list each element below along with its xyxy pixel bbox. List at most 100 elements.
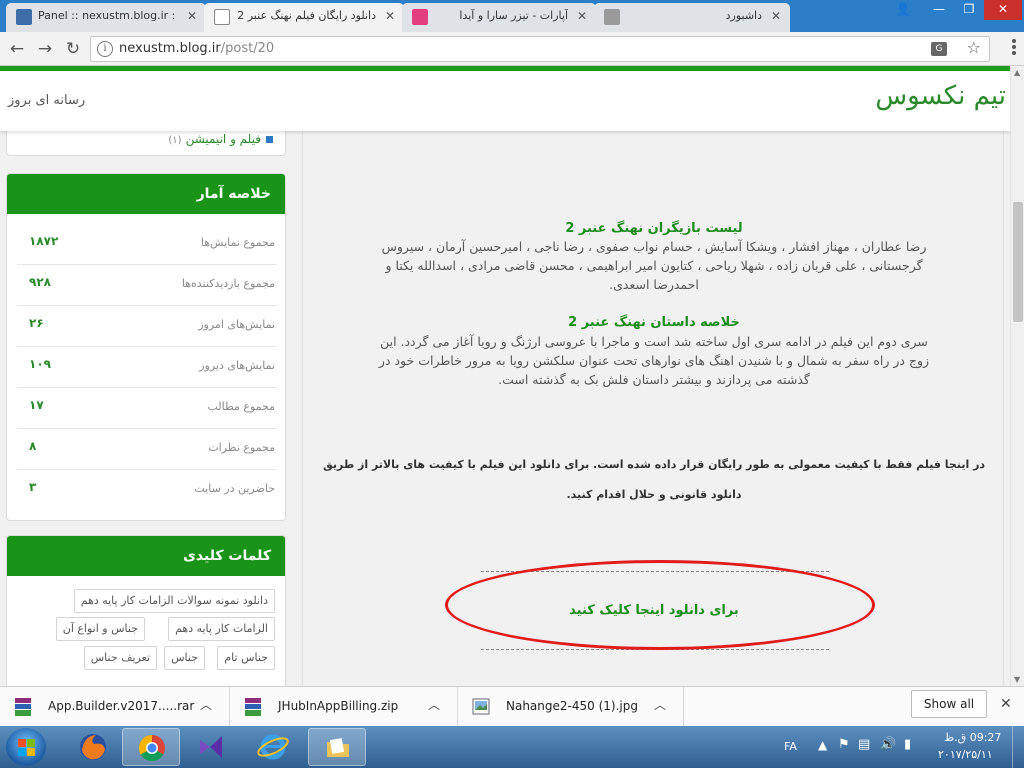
chevron-up-icon[interactable]: ︿ <box>200 696 212 713</box>
close-icon[interactable]: ✕ <box>771 3 781 29</box>
site-header: تیم نکسوس رسانه ای بروز <box>0 71 1010 131</box>
restore-button[interactable]: ❐ <box>954 0 984 20</box>
url-text: nexustm.blog.ir/post/20 <box>119 41 275 56</box>
tab-title: آپارات - تیزر سارا و آیدا <box>459 9 568 22</box>
download-item[interactable]: JHubInAppBilling.zip ︿ <box>230 687 458 727</box>
tab-aparat[interactable]: آپارات - تیزر سارا و آیدا ✕ <box>402 3 596 32</box>
keyword-tag[interactable]: الزامات کار پایه دهم <box>168 617 275 641</box>
clock-date[interactable]: ۲۰۱۷/۲۵/۱۱ <box>938 748 993 761</box>
browser-toolbar: ← → ↻ i nexustm.blog.ir/post/20 G ☆ <box>0 32 1024 66</box>
summary-line: سری دوم این فیلم در ادامه سری اول ساخته … <box>380 334 928 349</box>
browser-menu-icon[interactable] <box>1012 39 1016 59</box>
show-all-button[interactable]: Show all <box>911 690 987 718</box>
highlight-oval <box>445 560 875 650</box>
site-title[interactable]: تیم نکسوس <box>875 81 1006 111</box>
notice-line: در اینجا فیلم فقط با کیفیت معمولی به طور… <box>322 458 986 471</box>
download-filename: App.Builder.v2017.....rar <box>48 699 195 713</box>
keyword-tag[interactable]: جناس تام <box>217 646 275 670</box>
stats-widget: خلاصه آمار مجموع نمایش‌ها ۱۸۷۲ مجموع بازد… <box>6 173 286 521</box>
network-icon[interactable]: ▤ <box>858 737 870 752</box>
visual-studio-taskbar-button[interactable] <box>182 728 240 766</box>
download-filename: Nahange2-450 (1).jpg <box>506 699 638 713</box>
internet-explorer-icon <box>257 734 289 760</box>
cast-line: رضا عطاران ، مهناز افشار ، ویشکا آسایش ،… <box>381 239 927 254</box>
back-button[interactable]: ← <box>6 38 28 60</box>
tab-title: داشبورد <box>725 9 762 22</box>
keyword-tag[interactable]: جناس <box>164 646 205 670</box>
keyword-tag[interactable]: دانلود نمونه سوالات الزامات کار پایه دهم <box>73 589 275 613</box>
chevron-up-icon[interactable]: ︿ <box>654 696 666 713</box>
summary-line: گذشته می پردازند و بیشتر داستان فلش بک ب… <box>498 372 810 387</box>
stat-row: نمایش‌های دیروز ۱۰۹ <box>17 347 277 388</box>
clock-time[interactable]: 09:27 ق.ظ <box>944 731 1001 744</box>
tab-title: Panel :: nexustm.blog.ir : <box>38 9 176 22</box>
file-explorer-taskbar-button[interactable] <box>308 728 366 766</box>
tab-current-post[interactable]: دانلود رایگان فیلم نهنگ عنبر 2 ✕ <box>204 3 404 33</box>
summary-title: خلاصه داستان نهنگ عنبر 2 <box>568 315 740 330</box>
keywords-widget: کلمات کلیدی دانلود نمونه سوالات الزامات … <box>6 535 286 686</box>
tab-dashboard[interactable]: داشبورد ✕ <box>594 3 790 32</box>
forward-button[interactable]: → <box>34 38 56 60</box>
zip-archive-icon <box>245 698 261 716</box>
sidebar: فیلم و انیمیشن(۱) خلاصه آمار مجموع نمایش… <box>6 121 286 686</box>
internet-explorer-taskbar-button[interactable] <box>244 728 302 766</box>
windows-taskbar: FA ▲ ⚑ ▤ 🔊 ▮ 09:27 ق.ظ ۲۰۱۷/۲۵/۱۱ <box>0 726 1024 768</box>
stat-row: مجموع نمایش‌ها ۱۸۷۲ <box>17 224 277 265</box>
chevron-up-icon[interactable]: ︿ <box>428 696 440 713</box>
summary-line: زوج در راه سفر به شمال و با شنیدن اهنگ ه… <box>378 353 930 368</box>
image-file-icon <box>472 698 490 715</box>
address-bar[interactable]: i nexustm.blog.ir/post/20 G ☆ <box>90 36 990 62</box>
blog-panel-icon <box>16 9 32 25</box>
cast-title: لیست بازیگران نهنگ عنبر 2 <box>565 221 743 236</box>
close-icon[interactable]: ✕ <box>385 3 395 29</box>
close-icon[interactable]: ✕ <box>187 3 197 29</box>
close-icon[interactable]: ✕ <box>1000 696 1012 712</box>
stat-row: حاضرین در سایت ۳ <box>29 480 275 495</box>
chrome-taskbar-button[interactable] <box>122 728 180 766</box>
close-icon[interactable]: ✕ <box>577 3 587 29</box>
translate-icon[interactable]: G <box>931 42 947 56</box>
download-item[interactable]: Nahange2-450 (1).jpg ︿ <box>458 687 684 727</box>
input-language[interactable]: FA <box>784 740 797 753</box>
aparat-icon <box>412 9 428 25</box>
bookmark-star-icon[interactable]: ☆ <box>967 38 981 57</box>
download-filename: JHubInAppBilling.zip <box>278 699 399 713</box>
action-center-flag-icon[interactable]: ⚑ <box>838 737 850 752</box>
scrollbar-thumb[interactable] <box>1013 202 1023 322</box>
rar-archive-icon <box>15 698 31 716</box>
speaker-icon[interactable]: 🔊 <box>880 737 896 752</box>
stat-row: مجموع نظرات ۸ <box>17 429 277 470</box>
keyword-tag[interactable]: تعریف جناس <box>83 646 157 670</box>
download-shelf: App.Builder.v2017.....rar ︿ JHubInAppBil… <box>0 686 1024 727</box>
category-item[interactable]: فیلم و انیمیشن(۱) <box>168 131 273 151</box>
tab-title: دانلود رایگان فیلم نهنگ عنبر 2 <box>237 9 376 22</box>
site-tagline: رسانه ای بروز <box>8 93 86 108</box>
chrome-icon <box>138 734 165 762</box>
download-item[interactable]: App.Builder.v2017.....rar ︿ <box>0 687 230 727</box>
tab-strip: Panel :: nexustm.blog.ir : ✕ دانلود رایگ… <box>0 0 1024 33</box>
cast-line: احمدرضا اسعدی. <box>609 277 699 292</box>
show-hidden-icons[interactable]: ▲ <box>818 738 827 752</box>
dashboard-icon <box>604 9 620 25</box>
vertical-scrollbar[interactable]: ▲ ▼ <box>1010 66 1024 686</box>
notice-line: دانلود قانونی و حلال اقدام کنید. <box>566 488 742 501</box>
site-info-icon[interactable]: i <box>97 41 113 57</box>
stat-row: مجموع مطالب ۱۷ <box>17 388 277 429</box>
stat-row: نمایش‌های امروز ۲۶ <box>17 306 277 347</box>
keywords-heading: کلمات کلیدی <box>7 536 285 576</box>
reload-button[interactable]: ↻ <box>62 38 84 60</box>
firefox-taskbar-button[interactable] <box>64 728 122 766</box>
scroll-down-icon[interactable]: ▼ <box>1014 675 1020 684</box>
firefox-icon <box>80 734 106 760</box>
show-desktop-button[interactable] <box>1012 726 1024 768</box>
keyword-tag[interactable]: جناس و انواع آن <box>55 617 145 641</box>
scroll-up-icon[interactable]: ▲ <box>1014 68 1020 77</box>
battery-icon[interactable]: ▮ <box>904 737 911 752</box>
stats-heading: خلاصه آمار <box>7 174 285 214</box>
minimize-button[interactable]: — <box>924 0 954 20</box>
user-profile-icon[interactable]: 👤 <box>888 0 918 20</box>
start-button[interactable] <box>6 728 46 766</box>
tab-blog-panel[interactable]: Panel :: nexustm.blog.ir : ✕ <box>6 3 206 32</box>
window-close-button[interactable]: ✕ <box>984 0 1022 20</box>
stat-row: مجموع بازدیدکننده‌ها ۹۲۸ <box>17 265 277 306</box>
